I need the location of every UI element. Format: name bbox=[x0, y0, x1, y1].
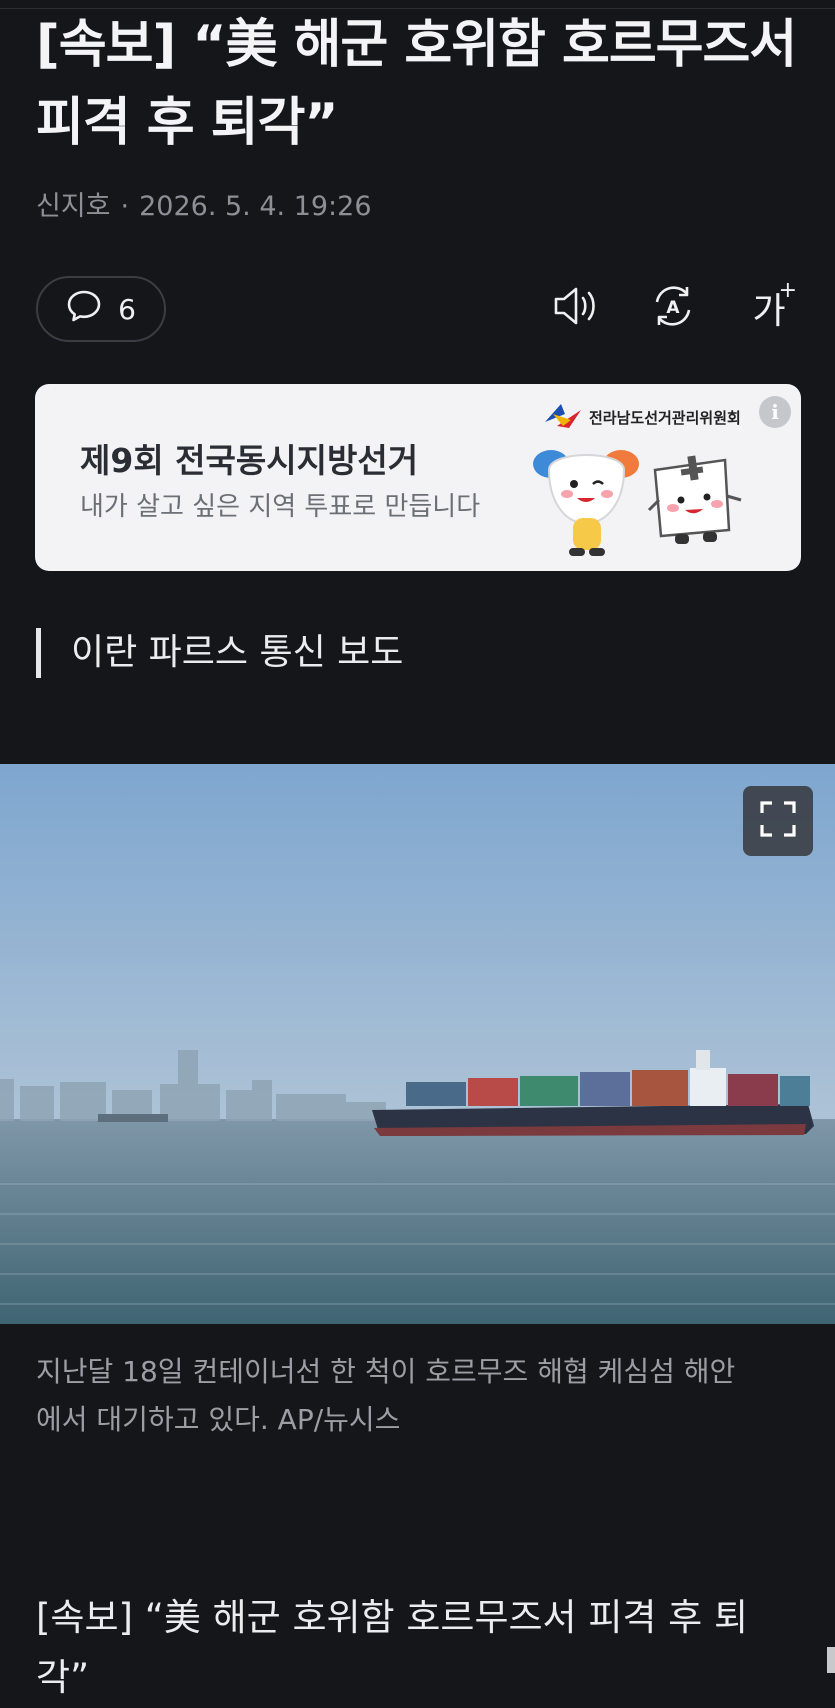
article-photo[interactable] bbox=[0, 764, 835, 1324]
article-headline: [속보] “美 해군 호위함 호르무즈서 피격 후 퇴각” bbox=[36, 15, 797, 153]
speaker-icon bbox=[552, 284, 602, 332]
scrollbar-thumb[interactable] bbox=[827, 1647, 835, 1673]
font-size-button[interactable]: 가 + bbox=[743, 278, 797, 334]
publish-date: 2026. 5. 4. 19:26 bbox=[139, 191, 372, 222]
election-commission-logo-icon bbox=[543, 400, 583, 434]
listen-button[interactable] bbox=[551, 282, 603, 334]
comment-icon bbox=[66, 289, 102, 330]
comments-button[interactable]: 6 bbox=[36, 276, 166, 342]
article-subheading: 이란 파르스 통신 보도 bbox=[36, 628, 403, 678]
byline-separator: · bbox=[120, 191, 130, 222]
ad-info-icon[interactable]: i bbox=[759, 396, 791, 428]
auto-translate-icon: A bbox=[649, 282, 697, 334]
banner-org-name: 전라남도선거관리위원회 bbox=[589, 408, 741, 427]
fullscreen-button[interactable] bbox=[743, 786, 813, 856]
banner-org: 전라남도선거관리위원회 bbox=[543, 400, 741, 434]
translate-button[interactable]: A bbox=[647, 282, 699, 334]
byline: 신지호 · 2026. 5. 4. 19:26 bbox=[36, 184, 372, 223]
author-name[interactable]: 신지호 bbox=[36, 191, 111, 222]
mascot-left-icon bbox=[533, 450, 639, 556]
article-tools: A 가 + bbox=[551, 278, 797, 334]
banner-title: 제9회 전국동시지방선거 bbox=[80, 441, 419, 480]
banner-subtitle: 내가 살고 싶은 지역 투표로 만듭니다 bbox=[80, 492, 481, 522]
expand-icon bbox=[758, 799, 798, 843]
font-size-plus: + bbox=[778, 278, 797, 303]
election-ad-banner[interactable]: 전라남도선거관리위원회 i 제9회 전국동시지방선거 내가 살고 싶은 지역 투… bbox=[35, 384, 801, 571]
photo-caption: 지난달 18일 컨테이너선 한 척이 호르무즈 해협 케심섬 해안에서 대기하고… bbox=[36, 1355, 736, 1436]
svg-text:A: A bbox=[666, 298, 680, 318]
comment-count: 6 bbox=[118, 292, 136, 326]
mascot-ballot-box-icon bbox=[647, 455, 742, 544]
article-body-paragraph: [속보] “美 해군 호위함 호르무즈서 피격 후 퇴각” bbox=[36, 1596, 749, 1699]
mascot-illustration bbox=[529, 440, 759, 569]
